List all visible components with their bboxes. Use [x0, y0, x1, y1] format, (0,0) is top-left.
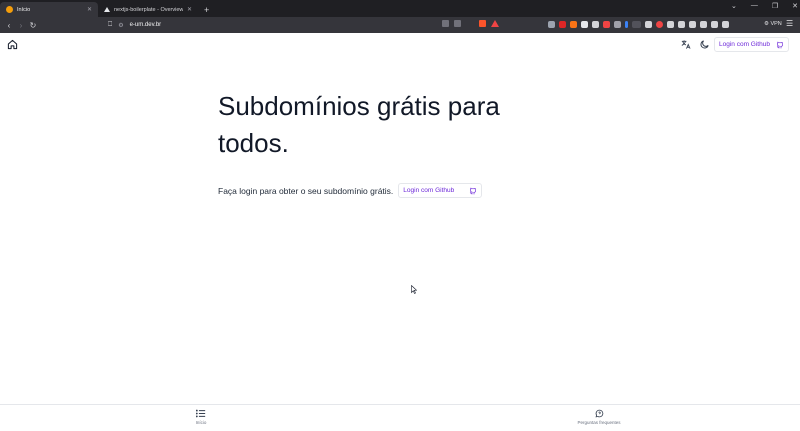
reading-list-icon[interactable] — [689, 21, 696, 28]
extension-icon[interactable] — [581, 21, 588, 28]
extension-icon[interactable] — [625, 21, 628, 28]
browser-toolbar: ‹ › ↻ ⎕ ⚙ e-um.dev.br ⚙ VPN ☰ — [0, 17, 800, 33]
brave-shields-icon[interactable] — [479, 20, 486, 27]
forward-icon[interactable]: › — [15, 21, 27, 30]
extension-icon[interactable] — [592, 21, 599, 28]
translate-icon[interactable] — [680, 39, 691, 50]
window-controls: ⌄ — ❐ ✕ — [731, 2, 798, 10]
tab-inicio[interactable]: Início ✕ — [0, 2, 98, 17]
metamask-icon[interactable] — [570, 21, 577, 28]
chat-question-icon — [595, 409, 603, 418]
minimize-icon[interactable]: — — [751, 2, 758, 10]
login-github-button[interactable]: Login com Github — [714, 37, 789, 52]
bottom-nav-label: Perguntas frequentes — [577, 420, 621, 425]
extension-icon[interactable] — [603, 21, 610, 28]
bottom-nav-label: Início — [195, 420, 207, 425]
cast-icon[interactable] — [442, 20, 449, 27]
login-label: Login com Github — [403, 187, 455, 194]
extension-icon[interactable] — [614, 21, 621, 28]
mouse-cursor-icon — [411, 285, 417, 294]
site-info-icon[interactable]: ⚙ — [118, 22, 123, 29]
tab-vercel[interactable]: nextjs-boilerplate - Overview – Vercel ✕ — [98, 2, 198, 17]
close-window-icon[interactable]: ✕ — [792, 2, 798, 10]
extension-icon[interactable] — [645, 21, 652, 28]
reload-icon[interactable]: ↻ — [27, 21, 39, 30]
browser-tab-strip: Início ✕ nextjs-boilerplate - Overview –… — [0, 0, 800, 17]
extensions-bar — [548, 21, 729, 28]
hero-subtitle: Faça login para obter o seu subdomínio g… — [218, 185, 394, 196]
extension-icon[interactable] — [559, 21, 566, 28]
browser-menu-icon[interactable]: ☰ — [786, 19, 793, 28]
close-tab-icon[interactable]: ✕ — [87, 6, 92, 13]
github-icon — [776, 41, 784, 48]
close-tab-icon[interactable]: ✕ — [187, 6, 192, 13]
bottom-nav-faq[interactable]: Perguntas frequentes — [570, 409, 628, 425]
tab-search-icon[interactable]: ⌄ — [731, 2, 737, 10]
vercel-favicon-icon — [104, 7, 110, 12]
sidebar-icon[interactable] — [700, 21, 707, 28]
github-icon — [470, 187, 477, 194]
back-icon[interactable]: ‹ — [3, 21, 15, 30]
home-icon[interactable] — [7, 39, 18, 50]
maximize-icon[interactable]: ❐ — [772, 2, 778, 10]
hero-title: Subdomínios grátis para todos. — [218, 91, 500, 158]
new-tab-button[interactable]: + — [198, 2, 215, 17]
address-bar-actions — [442, 20, 499, 27]
login-label: Login com Github — [719, 41, 770, 48]
list-icon — [196, 409, 206, 418]
bottom-navigation: Início Perguntas frequentes — [0, 404, 800, 431]
hero-cta-row: Faça login para obter o seu subdomínio g… — [218, 183, 483, 198]
media-icon[interactable] — [678, 21, 685, 28]
login-github-inline-button[interactable]: Login com Github — [398, 183, 483, 198]
wallet-icon[interactable] — [711, 21, 718, 28]
site-favicon-icon — [6, 6, 13, 13]
vpn-button[interactable]: ⚙ VPN — [764, 21, 782, 27]
extension-icon[interactable] — [548, 21, 555, 28]
vpn-label: VPN — [770, 21, 782, 27]
theme-toggle-icon[interactable] — [699, 39, 710, 50]
address-bar[interactable]: ⎕ ⚙ e-um.dev.br — [108, 19, 498, 31]
brave-rewards-icon[interactable] — [491, 20, 499, 27]
puzzle-icon[interactable] — [667, 21, 674, 28]
url-text[interactable]: e-um.dev.br — [130, 22, 162, 28]
site-header: Login com Github — [0, 35, 800, 55]
tab-title: nextjs-boilerplate - Overview – Vercel — [114, 6, 183, 13]
bottom-nav-inicio[interactable]: Início — [190, 409, 212, 425]
tab-title: Início — [17, 6, 31, 13]
share-icon[interactable] — [454, 20, 461, 27]
bookmark-icon[interactable]: ⎕ — [108, 21, 112, 29]
extension-icon[interactable] — [656, 21, 663, 28]
leo-icon[interactable] — [722, 21, 729, 28]
extension-icon[interactable] — [632, 21, 641, 28]
